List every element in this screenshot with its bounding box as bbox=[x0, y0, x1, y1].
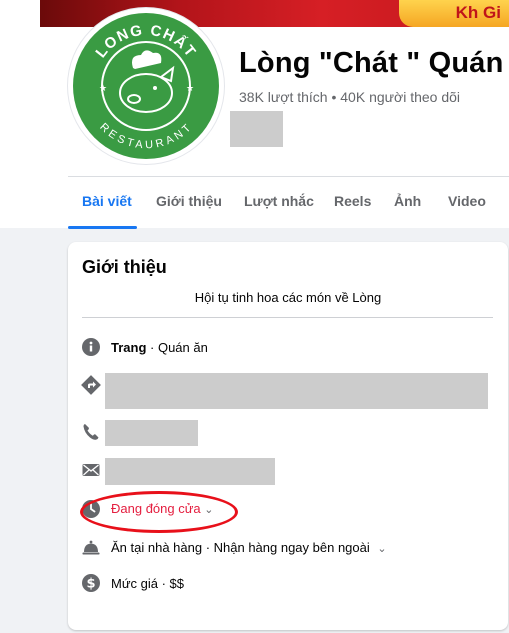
price-dollar-icon: $ bbox=[82, 574, 100, 592]
svg-text:★: ★ bbox=[186, 84, 194, 94]
redacted-block bbox=[230, 111, 283, 147]
tab-reels[interactable]: Reels bbox=[334, 193, 371, 209]
page-header: Kh Gi LONG CHẤT RESTAURANT ★ ★ Lòng "Chá bbox=[0, 0, 509, 229]
divider bbox=[82, 317, 493, 318]
service-bell-icon bbox=[82, 540, 100, 555]
intro-title: Giới thiệu bbox=[82, 257, 167, 277]
page-stats[interactable]: 38K lượt thích • 40K người theo dõi bbox=[239, 89, 460, 105]
info-icon bbox=[82, 338, 100, 356]
price-text: Mức giá · $$ bbox=[111, 576, 185, 591]
highlight-annotation bbox=[80, 491, 238, 533]
svg-text:★: ★ bbox=[99, 84, 107, 94]
category-label: Trang bbox=[111, 340, 147, 355]
tab-mentions[interactable]: Lượt nhắc bbox=[244, 193, 314, 209]
tab-photos[interactable]: Ảnh bbox=[394, 193, 421, 209]
page-tabs: Bài viết Giới thiệu Lượt nhắc Reels Ảnh … bbox=[68, 176, 509, 229]
intro-bio: Hội tụ tinh hoa các món về Lòng bbox=[194, 290, 382, 305]
redacted-phone bbox=[105, 420, 198, 446]
services-row[interactable]: Ăn tại nhà hàng · Nhận hàng ngay bên ngo… bbox=[111, 540, 387, 555]
cover-banner-text: Kh Gi bbox=[455, 3, 501, 22]
phone-icon bbox=[83, 424, 99, 440]
category-row: Trang · Quán ăn bbox=[111, 340, 208, 355]
email-icon bbox=[82, 464, 100, 476]
cover-banner: Kh Gi bbox=[399, 0, 509, 27]
services-chevron-down-icon[interactable]: ⌄ bbox=[377, 543, 386, 555]
redacted-website bbox=[105, 373, 488, 409]
services-text: Ăn tại nhà hàng · Nhận hàng ngay bên ngo… bbox=[111, 540, 370, 555]
profile-logo[interactable]: LONG CHẤT RESTAURANT ★ ★ bbox=[68, 8, 224, 164]
link-share-icon bbox=[81, 375, 101, 395]
category-value: · Quán ăn bbox=[146, 340, 208, 355]
redacted-email bbox=[105, 458, 275, 485]
active-tab-indicator bbox=[68, 226, 137, 229]
tab-posts[interactable]: Bài viết bbox=[82, 193, 132, 209]
tab-videos[interactable]: Video bbox=[448, 193, 486, 209]
page-title: Lòng "Chát " Quán bbox=[239, 47, 504, 79]
intro-card: Giới thiệu Hội tụ tinh hoa các món về Lò… bbox=[68, 242, 508, 630]
tab-about[interactable]: Giới thiệu bbox=[156, 193, 222, 209]
restaurant-logo-icon: LONG CHẤT RESTAURANT ★ ★ bbox=[73, 13, 219, 159]
svg-text:$: $ bbox=[86, 577, 95, 592]
